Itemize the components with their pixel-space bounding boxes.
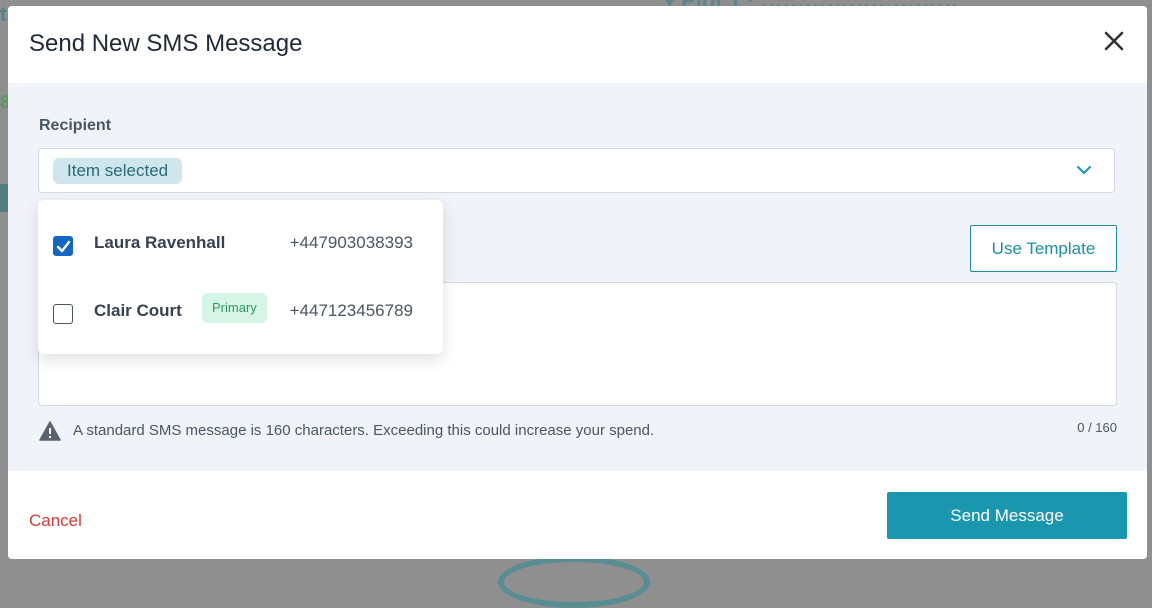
character-counter: 0 / 160 [1077,420,1117,435]
recipient-name: Laura Ravenhall [94,233,226,252]
use-template-button[interactable]: Use Template [970,225,1117,272]
send-message-button[interactable]: Send Message [887,492,1127,539]
chevron-down-icon[interactable] [1076,164,1092,176]
close-button[interactable] [1103,30,1125,52]
recipient-label: Recipient [39,117,112,134]
close-icon [1104,31,1124,51]
recipient-option[interactable]: Laura Ravenhall +447903038393 [38,212,443,272]
recipient-checkbox[interactable] [53,236,73,256]
recipient-dropdown: Laura Ravenhall +447903038393 Clair Cour… [38,200,443,354]
recipient-select[interactable]: Item selected [38,148,1115,193]
recipient-phone: +447123456789 [289,301,413,320]
recipient-checkbox[interactable] [53,304,73,324]
recipient-name: Clair Court [94,301,182,320]
modal-title: Send New SMS Message [29,30,303,57]
modal-footer: Cancel Send Message [8,471,1147,559]
primary-badge: Primary [202,293,267,323]
recipient-phone: +447903038393 [289,233,413,252]
recipient-option[interactable]: Clair Court Primary +447123456789 [38,280,443,340]
background-fragment: t [0,4,7,26]
check-icon [56,240,71,253]
modal-body: Recipient Item selected Use Template A s… [8,83,1147,471]
cancel-button[interactable]: Cancel [29,511,82,531]
modal-header: Send New SMS Message [8,6,1147,83]
sms-warning-text: A standard SMS message is 160 characters… [73,422,655,439]
background-fragment: 8 [0,92,8,112]
sms-modal: Send New SMS Message Recipient Item sele… [8,6,1147,559]
selected-chip: Item selected [53,158,183,184]
background-fragment [0,184,8,212]
background-fragment [498,556,650,608]
warning-icon [39,421,61,441]
